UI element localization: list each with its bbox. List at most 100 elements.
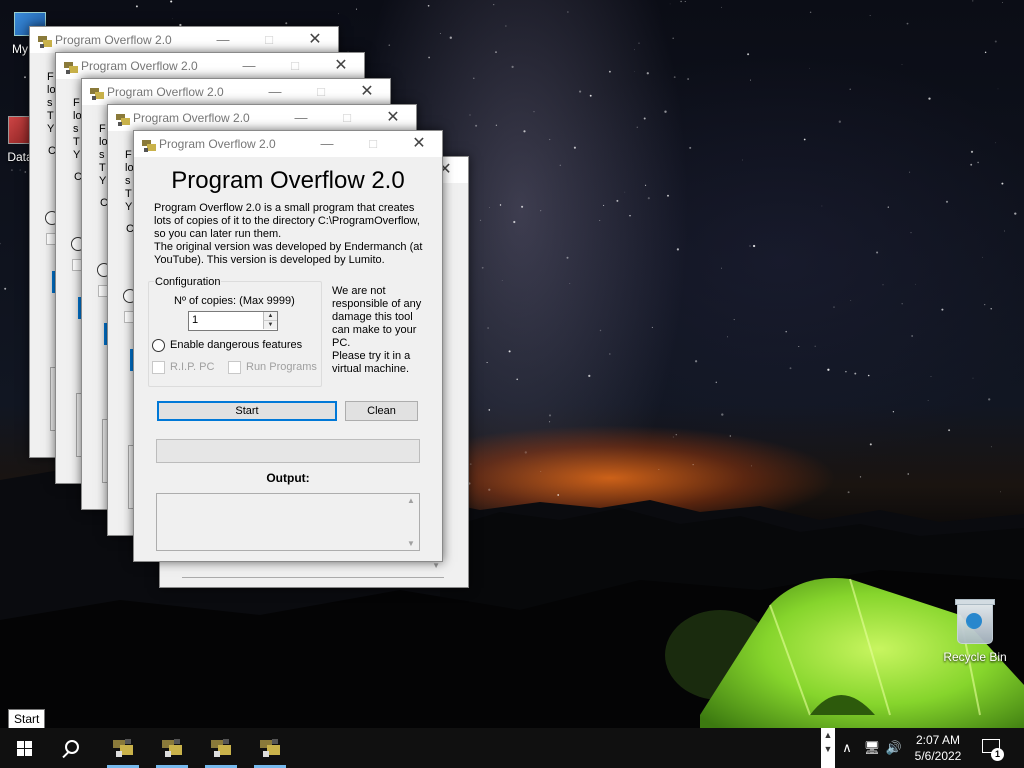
star: [493, 4, 495, 6]
window-titlebar[interactable]: Program Overflow 2.0 — □ ✕: [108, 105, 416, 131]
dangerous-features-radio[interactable]: [152, 339, 165, 352]
star: [638, 42, 640, 44]
spin-down-button[interactable]: ▼: [263, 321, 277, 329]
taskbar-program-overflow-button[interactable]: [201, 728, 241, 768]
maximize-button[interactable]: □: [324, 105, 370, 131]
rip-pc-label[interactable]: R.I.P. PC: [170, 361, 214, 373]
notification-count: 1: [991, 748, 1004, 761]
minimize-button[interactable]: —: [252, 79, 298, 105]
star: [849, 88, 851, 90]
close-button[interactable]: ✕: [370, 105, 416, 131]
program-overflow-window[interactable]: Program Overflow 2.0 — □ ✕ Program Overf…: [133, 130, 443, 562]
star: [990, 308, 992, 310]
start-button[interactable]: Start: [157, 401, 337, 421]
star: [887, 206, 889, 208]
run-programs-label[interactable]: Run Programs: [246, 361, 317, 373]
window-title: Program Overflow 2.0: [159, 137, 276, 151]
dangerous-features-label[interactable]: Enable dangerous features: [170, 339, 302, 351]
star: [489, 206, 490, 208]
copies-stepper[interactable]: ▲ ▼: [188, 311, 278, 331]
taskbar-program-overflow-button[interactable]: [103, 728, 143, 768]
output-textbox[interactable]: ▲ ▼: [156, 493, 420, 551]
star: [930, 376, 932, 378]
star: [664, 110, 667, 113]
maximize-button[interactable]: □: [350, 131, 396, 157]
star: [533, 111, 535, 113]
action-center-button[interactable]: 1: [980, 736, 1004, 761]
maximize-button[interactable]: □: [272, 53, 318, 79]
star: [673, 76, 676, 79]
volume-icon[interactable]: 🔊: [884, 728, 904, 768]
star: [643, 117, 646, 120]
star: [984, 51, 987, 54]
star: [634, 70, 635, 72]
window-titlebar[interactable]: Program Overflow 2.0 — □ ✕: [82, 79, 390, 105]
minimize-button[interactable]: —: [226, 53, 272, 79]
window-titlebar[interactable]: Program Overflow 2.0 — □ ✕: [56, 53, 364, 79]
rip-pc-checkbox[interactable]: [152, 361, 165, 374]
disclaimer-line: Please try it in a: [332, 350, 411, 362]
output-scrollbar[interactable]: ▲ ▼: [404, 494, 419, 550]
star: [982, 256, 983, 258]
close-button[interactable]: ✕: [318, 53, 364, 79]
system-clock[interactable]: 2:07 AM 5/6/2022: [902, 732, 974, 764]
clock-date: 5/6/2022: [914, 749, 962, 763]
spin-up-button[interactable]: ▲: [263, 312, 277, 321]
start-button-taskbar[interactable]: [0, 728, 48, 768]
star: [749, 245, 751, 247]
star: [651, 326, 653, 328]
close-button[interactable]: ✕: [396, 131, 442, 157]
app-icon: [113, 739, 133, 757]
maximize-button[interactable]: □: [298, 79, 344, 105]
minimize-button[interactable]: —: [200, 27, 246, 53]
clean-button[interactable]: Clean: [345, 401, 418, 421]
star: [850, 300, 852, 301]
star: [481, 266, 484, 269]
minimize-button[interactable]: —: [278, 105, 324, 131]
star: [624, 191, 626, 193]
show-hidden-icons-button[interactable]: ∧: [838, 728, 856, 768]
star: [814, 345, 816, 347]
star: [469, 114, 471, 116]
recycle-bin-icon: [955, 599, 995, 644]
star: [4, 287, 7, 290]
taskbar-scroll[interactable]: ▲ ▼: [821, 728, 835, 768]
star: [994, 40, 997, 43]
star: [972, 0, 974, 2]
star: [672, 436, 674, 438]
scroll-down-icon[interactable]: ▼: [407, 539, 415, 548]
run-programs-checkbox[interactable]: [228, 361, 241, 374]
star: [721, 413, 724, 416]
star: [1002, 2, 1003, 3]
star: [798, 346, 800, 347]
window-titlebar[interactable]: Program Overflow 2.0 — □ ✕: [30, 27, 338, 53]
star: [559, 164, 561, 166]
close-button[interactable]: ✕: [344, 79, 390, 105]
disclaimer-line: We are not: [332, 285, 386, 297]
star: [646, 72, 649, 75]
star: [901, 303, 903, 305]
copies-input[interactable]: [189, 312, 262, 328]
star: [785, 330, 787, 333]
search-button[interactable]: [48, 728, 96, 768]
scroll-up-icon[interactable]: ▲: [407, 496, 415, 505]
scroll-down-icon[interactable]: ▼: [432, 561, 440, 570]
maximize-button[interactable]: □: [246, 27, 292, 53]
taskbar-program-overflow-button[interactable]: [250, 728, 290, 768]
windows-logo-icon: [17, 749, 24, 756]
disclaimer-line: PC.: [332, 337, 351, 349]
recycle-bin-desktop-icon[interactable]: Recycle Bin: [938, 599, 1012, 664]
app-icon: [116, 114, 130, 126]
window-titlebar[interactable]: Program Overflow 2.0 — □ ✕: [134, 131, 442, 157]
star: [1004, 230, 1006, 232]
network-icon[interactable]: 🖥: [860, 728, 884, 768]
star: [689, 146, 692, 149]
star: [10, 169, 13, 172]
star: [869, 15, 871, 16]
taskbar-program-overflow-button[interactable]: [152, 728, 192, 768]
star: [475, 124, 478, 127]
minimize-button[interactable]: —: [304, 131, 350, 157]
star: [449, 36, 452, 39]
star: [845, 370, 847, 373]
close-button[interactable]: ✕: [292, 27, 338, 53]
